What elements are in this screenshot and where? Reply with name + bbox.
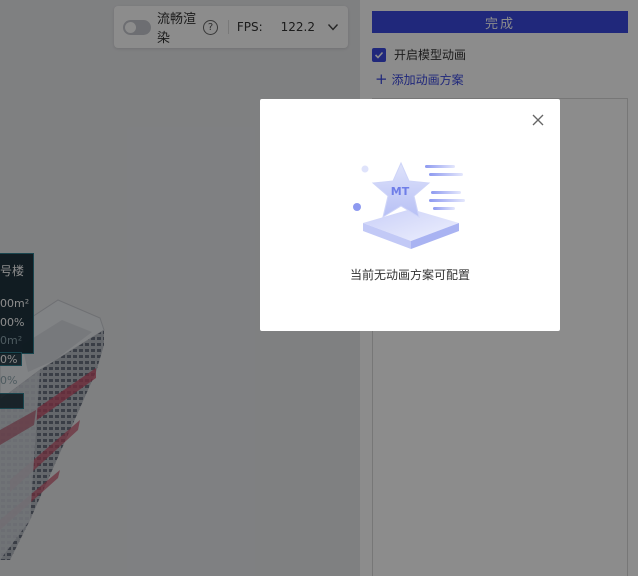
close-icon[interactable] [532, 114, 544, 126]
empty-state-text: 当前无动画方案可配置 [349, 268, 470, 282]
empty-state-star-icon: MT [353, 161, 465, 249]
empty-scheme-modal: MT 当前无动画方案可配置 [260, 99, 560, 331]
illustration-mt-text: MT [391, 185, 410, 198]
